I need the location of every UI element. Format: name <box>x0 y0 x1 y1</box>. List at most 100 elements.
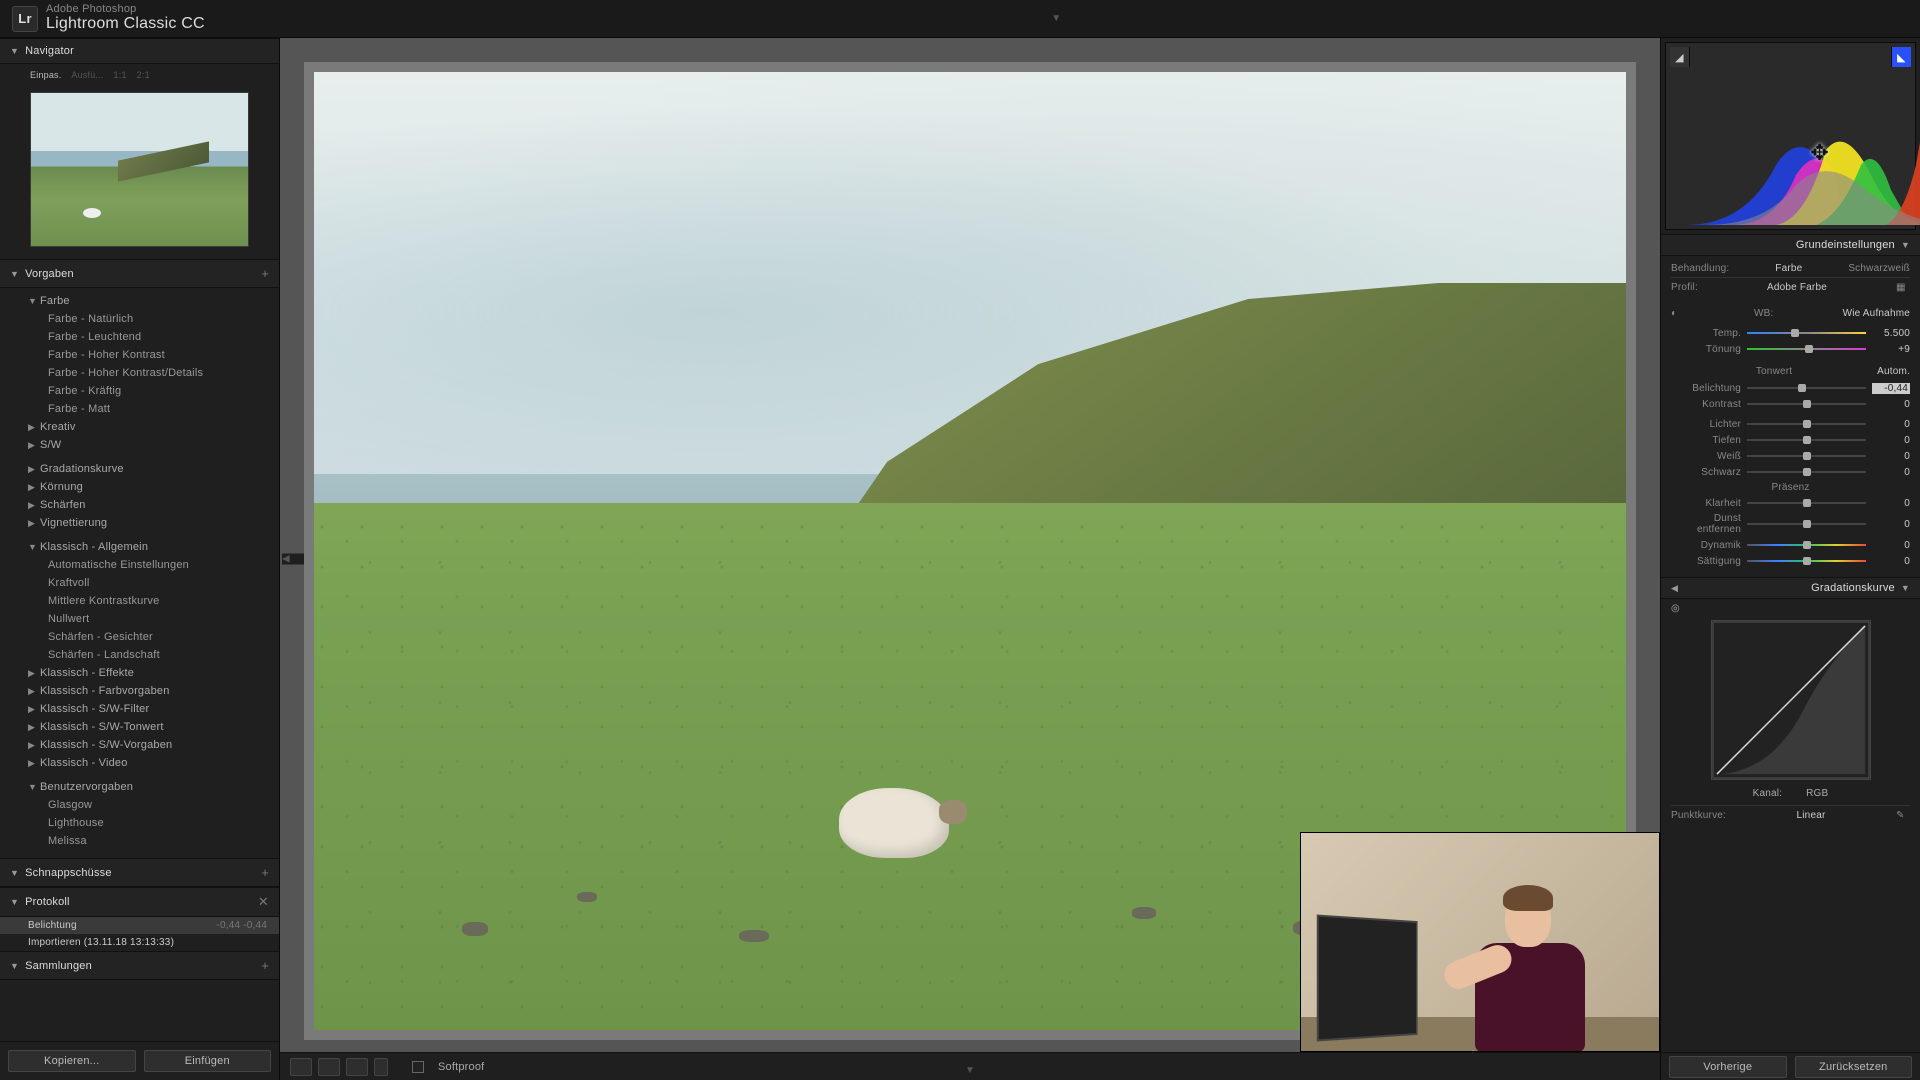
preset-group-farbe[interactable]: ▼Farbe <box>0 292 279 310</box>
preset-item[interactable]: Nullwert <box>0 610 279 628</box>
vibrance-value[interactable]: 0 <box>1872 540 1910 551</box>
preset-item[interactable]: ▶Klassisch - S/W-Filter <box>0 700 279 718</box>
clarity-slider[interactable] <box>1747 497 1866 509</box>
curve-target-icon[interactable]: ◎ <box>1671 603 1680 614</box>
collapse-bottom-icon[interactable]: ▼ <box>965 1065 975 1076</box>
blacks-slider[interactable] <box>1747 466 1866 478</box>
survey-view-button[interactable] <box>374 1058 388 1076</box>
softproof-checkbox[interactable] <box>412 1061 424 1073</box>
add-collection-icon[interactable]: + <box>261 958 269 973</box>
vibrance-slider[interactable] <box>1747 539 1866 551</box>
whites-slider[interactable] <box>1747 450 1866 462</box>
contrast-slider[interactable] <box>1747 398 1866 410</box>
clarity-value[interactable]: 0 <box>1872 498 1910 509</box>
wb-picker-icon[interactable]: ◐ <box>1671 308 1685 322</box>
loupe-view-button[interactable] <box>290 1058 312 1076</box>
zoom-2-1[interactable]: 2:1 <box>137 70 150 80</box>
preset-item[interactable]: Farbe - Natürlich <box>0 310 279 328</box>
exposure-value[interactable]: -0,44 <box>1872 383 1910 394</box>
snapshots-header[interactable]: ▼ Schnappschüsse + <box>0 858 279 887</box>
exposure-slider[interactable] <box>1747 382 1866 394</box>
tone-curve-graph[interactable] <box>1711 620 1871 780</box>
clear-history-icon[interactable]: ✕ <box>258 894 269 910</box>
pointcurve-value[interactable]: Linear <box>1797 810 1826 824</box>
whites-value[interactable]: 0 <box>1872 451 1910 462</box>
preset-item[interactable]: Farbe - Leuchtend <box>0 328 279 346</box>
zoom-fit[interactable]: Einpas. <box>30 70 61 80</box>
highlights-value[interactable]: 0 <box>1872 419 1910 430</box>
tint-slider[interactable] <box>1747 343 1866 355</box>
preset-group-klassisch-allgemein[interactable]: ▼Klassisch - Allgemein <box>0 538 279 556</box>
temp-slider[interactable] <box>1747 327 1866 339</box>
kanal-value[interactable]: RGB <box>1806 788 1828 799</box>
add-snapshot-icon[interactable]: + <box>261 865 269 880</box>
preset-group-kreativ[interactable]: ▶Kreativ <box>0 418 279 436</box>
preset-item[interactable]: Farbe - Hoher Kontrast <box>0 346 279 364</box>
reset-button[interactable]: Zurücksetzen <box>1795 1056 1913 1078</box>
dehaze-slider[interactable] <box>1747 518 1866 530</box>
preset-item[interactable]: Farbe - Matt <box>0 400 279 418</box>
tonecurve-header[interactable]: ◀ Gradationskurve ▼ <box>1661 578 1920 599</box>
preset-item[interactable]: Glasgow <box>0 796 279 814</box>
preset-item[interactable]: ▶Schärfen <box>0 496 279 514</box>
history-header[interactable]: ▼ Protokoll ✕ <box>0 887 279 917</box>
history-row[interactable]: Belichtung -0,44 -0,44 <box>0 917 279 934</box>
preset-item[interactable]: ▶Körnung <box>0 478 279 496</box>
collapse-top-icon[interactable]: ▼ <box>1051 13 1061 24</box>
preset-item[interactable]: Farbe - Hoher Kontrast/Details <box>0 364 279 382</box>
curve-edit-icon[interactable]: ✎ <box>1896 810 1910 824</box>
preset-item[interactable]: ▶Klassisch - Video <box>0 754 279 772</box>
preset-item[interactable]: Mittlere Kontrastkurve <box>0 592 279 610</box>
dehaze-value[interactable]: 0 <box>1872 519 1910 530</box>
treatment-color[interactable]: Farbe <box>1775 263 1802 274</box>
add-preset-icon[interactable]: + <box>261 266 269 281</box>
preset-item[interactable]: ▶Gradationskurve <box>0 460 279 478</box>
preset-item[interactable]: ▶Vignettierung <box>0 514 279 532</box>
saturation-value[interactable]: 0 <box>1872 556 1910 567</box>
preset-item[interactable]: ▶Klassisch - S/W-Tonwert <box>0 718 279 736</box>
shadow-clipping-icon[interactable]: ◢ <box>1670 47 1690 67</box>
auto-tone-button[interactable]: Autom. <box>1877 366 1910 377</box>
preset-group-sw[interactable]: ▶S/W <box>0 436 279 454</box>
preset-item[interactable]: Lighthouse <box>0 814 279 832</box>
history-row[interactable]: Importieren (13.11.18 13:13:33) <box>0 934 279 951</box>
temp-value[interactable]: 5.500 <box>1872 328 1910 339</box>
title-bar: Lr Adobe Photoshop Lightroom Classic CC … <box>0 0 1920 38</box>
tint-value[interactable]: +9 <box>1872 344 1910 355</box>
preset-item[interactable]: ▶Klassisch - Farbvorgaben <box>0 682 279 700</box>
zoom-1-1[interactable]: 1:1 <box>114 70 127 80</box>
blacks-value[interactable]: 0 <box>1872 467 1910 478</box>
presets-header[interactable]: ▼ Vorgaben + <box>0 259 279 288</box>
compare-view-button[interactable] <box>318 1058 340 1076</box>
before-after-button[interactable] <box>346 1058 368 1076</box>
highlight-clipping-icon[interactable]: ◣ <box>1891 47 1911 67</box>
shadows-value[interactable]: 0 <box>1872 435 1910 446</box>
profile-value[interactable]: Adobe Farbe <box>1767 282 1827 296</box>
previous-button[interactable]: Vorherige <box>1669 1056 1787 1078</box>
wb-value[interactable]: Wie Aufnahme <box>1843 308 1910 322</box>
preset-item[interactable]: Farbe - Kräftig <box>0 382 279 400</box>
preset-item[interactable]: Automatische Einstellungen <box>0 556 279 574</box>
contrast-value[interactable]: 0 <box>1872 399 1910 410</box>
basic-panel-header[interactable]: Grundeinstellungen ▼ <box>1661 235 1920 256</box>
collections-header[interactable]: ▼ Sammlungen + <box>0 951 279 980</box>
preset-item[interactable]: Kraftvoll <box>0 574 279 592</box>
histogram[interactable]: ◢ ◣ ✥ <box>1665 42 1916 230</box>
shadows-label: Tiefen <box>1671 435 1741 446</box>
navigator-header[interactable]: ▼ Navigator <box>0 38 279 64</box>
navigator-thumbnail[interactable] <box>30 92 249 247</box>
copy-button[interactable]: Kopieren... <box>8 1050 136 1072</box>
preset-item[interactable]: Schärfen - Landschaft <box>0 646 279 664</box>
saturation-slider[interactable] <box>1747 555 1866 567</box>
zoom-fill[interactable]: Ausfü... <box>71 70 103 80</box>
highlights-slider[interactable] <box>1747 418 1866 430</box>
preset-item[interactable]: ▶Klassisch - S/W-Vorgaben <box>0 736 279 754</box>
shadows-slider[interactable] <box>1747 434 1866 446</box>
preset-group-user[interactable]: ▼Benutzervorgaben <box>0 778 279 796</box>
preset-item[interactable]: Schärfen - Gesichter <box>0 628 279 646</box>
preset-item[interactable]: ▶Klassisch - Effekte <box>0 664 279 682</box>
paste-button[interactable]: Einfügen <box>144 1050 272 1072</box>
treatment-bw[interactable]: Schwarzweiß <box>1848 263 1910 274</box>
preset-item[interactable]: Melissa <box>0 832 279 850</box>
profile-grid-icon[interactable]: ▦ <box>1896 282 1910 296</box>
